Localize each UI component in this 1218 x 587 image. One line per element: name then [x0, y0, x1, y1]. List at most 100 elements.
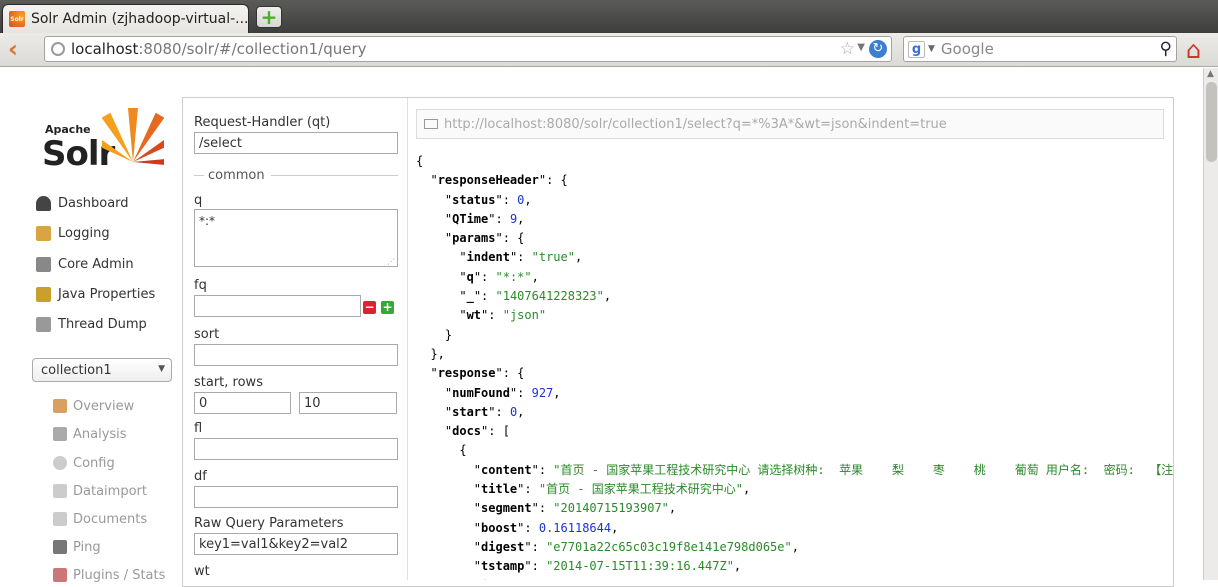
- core-selector-value: collection1: [41, 362, 112, 378]
- q-label: q: [194, 193, 203, 208]
- json-value: "json": [502, 308, 547, 323]
- json-value: 0: [509, 404, 518, 419]
- search-icon[interactable]: ⚲: [1160, 39, 1172, 59]
- back-arrow-icon[interactable]: ‹: [8, 37, 32, 62]
- core-menu-documents[interactable]: Documents: [53, 508, 173, 530]
- new-tab-button[interactable]: +: [256, 6, 282, 28]
- history-dropdown-icon[interactable]: ▼: [857, 42, 865, 53]
- core-menu-plugins-stats[interactable]: Plugins / Stats: [53, 564, 173, 586]
- json-value: 0: [517, 192, 525, 207]
- core-menu-label: Config: [73, 455, 115, 471]
- request-url[interactable]: http://localhost:8080/solr/collection1/s…: [444, 117, 947, 132]
- core-selector[interactable]: collection1 ▼: [32, 358, 172, 382]
- google-icon[interactable]: g: [908, 40, 925, 58]
- core-menu-analysis[interactable]: Analysis: [53, 423, 173, 445]
- common-legend: common: [194, 168, 398, 183]
- core-admin-icon: [36, 256, 51, 272]
- request-handler-label: Request-Handler (qt): [194, 115, 331, 130]
- json-value: "1407641228323": [495, 289, 604, 304]
- sort-label: sort: [194, 327, 220, 342]
- dataimport-icon: [53, 484, 67, 498]
- ping-icon: [53, 540, 67, 554]
- json-value: "e7701a22c65c03c19f8e141e798d065e": [546, 539, 792, 554]
- core-menu-ping[interactable]: Ping: [53, 536, 173, 558]
- house-icon: [53, 399, 67, 413]
- json-value: 927: [531, 385, 554, 400]
- json-value: "true": [531, 250, 575, 265]
- fq-input[interactable]: [194, 295, 361, 317]
- browser-tab-strip: Solr Solr Admin (zjhadoop-virtual-... +: [0, 0, 1218, 33]
- remove-fq-button[interactable]: −: [363, 301, 376, 314]
- nav-label: Java Properties: [58, 286, 156, 302]
- search-placeholder: Google: [940, 40, 994, 58]
- documents-icon: [53, 512, 67, 526]
- core-menu-label: Ping: [73, 539, 101, 555]
- json-value: "*:*": [495, 269, 532, 284]
- wt-label: wt: [194, 564, 210, 579]
- fl-input[interactable]: [194, 438, 398, 460]
- tab-title: Solr Admin (zjhadoop-virtual-...: [30, 11, 248, 27]
- dashboard-icon: [36, 195, 51, 211]
- start-rows-label: start, rows: [194, 375, 263, 390]
- core-menu-dataimport[interactable]: Dataimport: [53, 480, 173, 502]
- raw-params-label: Raw Query Parameters: [194, 516, 344, 531]
- request-handler-input[interactable]: /select: [194, 132, 398, 154]
- solr-logo[interactable]: Apache Solr: [42, 106, 164, 176]
- browser-tab[interactable]: Solr Solr Admin (zjhadoop-virtual-...: [2, 4, 249, 33]
- web-search-box[interactable]: g ▼ Google ⚲: [903, 36, 1177, 62]
- raw-params-input[interactable]: key1=val1&key2=val2: [194, 533, 398, 555]
- search-engine-dropdown-icon[interactable]: ▼: [928, 44, 935, 54]
- legend-divider: [194, 175, 204, 176]
- java-icon: [36, 286, 51, 302]
- scroll-up-icon[interactable]: ▲: [1207, 69, 1214, 79]
- solr-favicon-icon: Solr: [9, 11, 25, 27]
- json-value: 0.16118644: [538, 520, 612, 535]
- add-fq-button[interactable]: +: [381, 301, 394, 314]
- page-scrollbar[interactable]: ▲: [1203, 68, 1218, 580]
- json-value: "20140715193907": [553, 501, 669, 516]
- nav-core-admin[interactable]: Core Admin: [36, 252, 176, 276]
- df-input[interactable]: [194, 486, 398, 508]
- reload-icon[interactable]: ↻: [869, 40, 887, 58]
- link-icon: [424, 119, 438, 129]
- core-menu-label: Analysis: [73, 426, 127, 442]
- sort-input[interactable]: [194, 344, 398, 366]
- gear-icon: [53, 456, 67, 470]
- json-response: { "responseHeader": { "status": 0, "QTim…: [416, 152, 1173, 580]
- query-form: Request-Handler (qt) /select common q *:…: [183, 98, 408, 580]
- scrollbar-thumb[interactable]: [1206, 82, 1217, 162]
- nav-java-properties[interactable]: Java Properties: [36, 282, 176, 306]
- core-menu-overview[interactable]: Overview: [53, 395, 173, 417]
- q-textarea[interactable]: *:* ⋰: [194, 209, 398, 267]
- core-menu-config[interactable]: Config: [53, 452, 173, 474]
- home-icon[interactable]: ⌂: [1186, 36, 1201, 64]
- nav-label: Dashboard: [58, 195, 129, 211]
- nav-label: Thread Dump: [58, 316, 147, 332]
- legend-divider: [270, 175, 398, 176]
- logging-icon: [36, 225, 51, 241]
- nav-label: Core Admin: [58, 256, 134, 272]
- nav-dashboard[interactable]: Dashboard: [36, 191, 176, 215]
- filter-icon: [53, 427, 67, 441]
- globe-icon: [51, 42, 65, 56]
- fq-label: fq: [194, 278, 207, 293]
- q-value: *:*: [199, 214, 216, 228]
- common-legend-label: common: [208, 168, 265, 183]
- nav-logging[interactable]: Logging: [36, 221, 176, 245]
- core-menu-label: Plugins / Stats: [73, 567, 166, 583]
- url-path: :8080/solr/#/collection1/query: [138, 40, 367, 58]
- solr-sidebar: Apache Solr Dashboard Logging Core Admin…: [0, 68, 183, 583]
- browser-toolbar: ‹ localhost:8080/solr/#/collection1/quer…: [0, 33, 1218, 67]
- start-input[interactable]: 0: [194, 392, 291, 414]
- rows-input[interactable]: 10: [299, 392, 397, 414]
- core-menu-label: Dataimport: [73, 483, 147, 499]
- json-value: "首页 - 国家苹果工程技术研究中心": [538, 482, 743, 497]
- request-url-bar[interactable]: http://localhost:8080/solr/collection1/s…: [416, 109, 1164, 139]
- nav-thread-dump[interactable]: Thread Dump: [36, 312, 176, 336]
- nav-label: Logging: [58, 225, 110, 241]
- df-label: df: [194, 469, 207, 484]
- resize-grip-icon[interactable]: ⋰: [387, 257, 395, 266]
- address-bar[interactable]: localhost:8080/solr/#/collection1/query …: [44, 36, 892, 62]
- core-menu-label: Overview: [73, 398, 135, 414]
- bookmark-star-icon[interactable]: ☆: [840, 39, 855, 59]
